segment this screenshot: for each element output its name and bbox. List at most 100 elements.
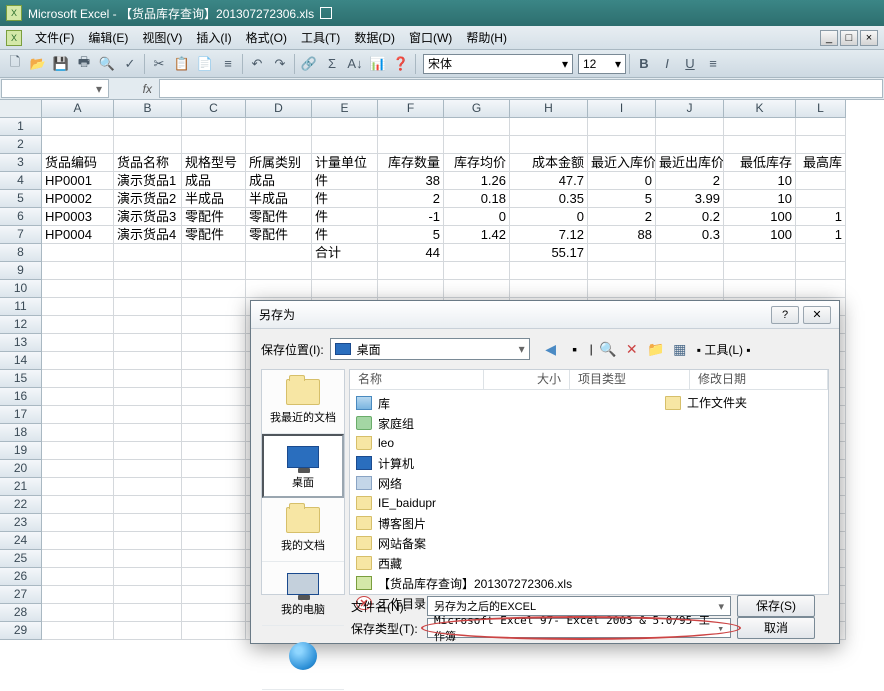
cell[interactable]: HP0002 bbox=[42, 190, 114, 208]
row-head-3[interactable]: 3 bbox=[0, 154, 42, 172]
cell[interactable] bbox=[182, 496, 246, 514]
cell[interactable] bbox=[114, 262, 182, 280]
cell[interactable] bbox=[42, 352, 114, 370]
cell[interactable] bbox=[182, 568, 246, 586]
preview-icon[interactable]: 🔍 bbox=[96, 53, 118, 75]
cell[interactable] bbox=[724, 136, 796, 154]
file-item[interactable]: 计算机 bbox=[356, 454, 822, 472]
views-icon[interactable]: ▦ bbox=[671, 340, 689, 358]
filetype-select[interactable]: Microsoft Excel 97- Excel 2003 & 5.0/95 … bbox=[427, 618, 731, 638]
cell[interactable]: 计量单位 bbox=[312, 154, 378, 172]
up-icon[interactable]: ▪ bbox=[566, 340, 584, 358]
cell[interactable] bbox=[42, 280, 114, 298]
file-item[interactable]: leo bbox=[356, 434, 822, 452]
col-head-B[interactable]: B bbox=[114, 100, 182, 118]
cell[interactable]: 件 bbox=[312, 190, 378, 208]
row-head-1[interactable]: 1 bbox=[0, 118, 42, 136]
cell[interactable]: 成品 bbox=[246, 172, 312, 190]
cell[interactable] bbox=[796, 136, 846, 154]
cell[interactable] bbox=[182, 262, 246, 280]
save-location-combo[interactable]: 桌面 ▾ bbox=[330, 338, 530, 360]
sort-icon[interactable]: A↓ bbox=[344, 53, 366, 75]
cell[interactable] bbox=[114, 316, 182, 334]
cell[interactable] bbox=[588, 118, 656, 136]
col-head-E[interactable]: E bbox=[312, 100, 378, 118]
cell[interactable] bbox=[42, 550, 114, 568]
cell[interactable] bbox=[114, 532, 182, 550]
cell[interactable] bbox=[724, 262, 796, 280]
dialog-help-button[interactable]: ? bbox=[771, 306, 799, 324]
cell[interactable]: 库存均价 bbox=[444, 154, 510, 172]
cut-icon[interactable]: ✂ bbox=[148, 53, 170, 75]
size-select[interactable]: 12▾ bbox=[578, 54, 626, 74]
place-我的电脑[interactable]: 我的电脑 bbox=[262, 562, 344, 626]
back-icon[interactable]: ◀ bbox=[542, 340, 560, 358]
cell[interactable] bbox=[114, 568, 182, 586]
place-我最近的文档[interactable]: 我最近的文档 bbox=[262, 370, 344, 434]
save-button[interactable]: 保存(S) bbox=[737, 595, 815, 617]
cell[interactable] bbox=[42, 604, 114, 622]
cell[interactable]: 最近入库价 bbox=[588, 154, 656, 172]
place-network[interactable] bbox=[262, 626, 344, 690]
cell[interactable] bbox=[656, 262, 724, 280]
row-head-22[interactable]: 22 bbox=[0, 496, 42, 514]
row-head-24[interactable]: 24 bbox=[0, 532, 42, 550]
col-date[interactable]: 修改日期 bbox=[690, 370, 828, 389]
cancel-button[interactable]: 取消 bbox=[737, 617, 815, 639]
bold-button[interactable]: B bbox=[633, 53, 655, 75]
cell[interactable]: 5 bbox=[378, 226, 444, 244]
menu-help[interactable]: 帮助(H) bbox=[459, 29, 514, 46]
cell[interactable] bbox=[378, 136, 444, 154]
row-head-23[interactable]: 23 bbox=[0, 514, 42, 532]
cell[interactable]: 2 bbox=[588, 208, 656, 226]
cell[interactable] bbox=[182, 244, 246, 262]
copy-icon[interactable]: 📋 bbox=[171, 53, 193, 75]
cell[interactable] bbox=[42, 370, 114, 388]
cell[interactable]: 件 bbox=[312, 208, 378, 226]
cell[interactable]: 最低库存 bbox=[724, 154, 796, 172]
cell[interactable] bbox=[42, 424, 114, 442]
cell[interactable] bbox=[656, 244, 724, 262]
cell[interactable] bbox=[246, 244, 312, 262]
cell[interactable] bbox=[42, 442, 114, 460]
cell[interactable] bbox=[42, 136, 114, 154]
cell[interactable] bbox=[312, 136, 378, 154]
cell[interactable]: 5 bbox=[588, 190, 656, 208]
cell[interactable]: 合计 bbox=[312, 244, 378, 262]
cell[interactable] bbox=[182, 586, 246, 604]
cell[interactable]: 0.3 bbox=[656, 226, 724, 244]
doc-control-icon[interactable]: X bbox=[6, 30, 22, 46]
spell-icon[interactable]: ✓ bbox=[119, 53, 141, 75]
dropdown-icon[interactable]: ▾ bbox=[92, 82, 106, 96]
cell[interactable]: -1 bbox=[378, 208, 444, 226]
doc-restore-button[interactable]: □ bbox=[840, 30, 858, 46]
row-head-28[interactable]: 28 bbox=[0, 604, 42, 622]
doc-minimize-button[interactable]: _ bbox=[820, 30, 838, 46]
file-item[interactable]: 西藏 bbox=[356, 554, 822, 572]
cell[interactable]: 1.42 bbox=[444, 226, 510, 244]
cell[interactable] bbox=[378, 262, 444, 280]
cell[interactable] bbox=[114, 388, 182, 406]
cell[interactable]: 100 bbox=[724, 208, 796, 226]
cell[interactable] bbox=[114, 118, 182, 136]
cell[interactable]: 10 bbox=[724, 190, 796, 208]
cell[interactable] bbox=[510, 280, 588, 298]
cell[interactable] bbox=[114, 280, 182, 298]
cell[interactable] bbox=[42, 460, 114, 478]
cell[interactable] bbox=[312, 280, 378, 298]
cell[interactable]: 0 bbox=[588, 172, 656, 190]
cell[interactable] bbox=[42, 586, 114, 604]
cell[interactable] bbox=[182, 622, 246, 640]
col-name[interactable]: 名称 bbox=[350, 370, 484, 389]
cell[interactable]: 货品编码 bbox=[42, 154, 114, 172]
row-head-5[interactable]: 5 bbox=[0, 190, 42, 208]
cell[interactable] bbox=[42, 298, 114, 316]
cell[interactable] bbox=[42, 244, 114, 262]
cell[interactable]: 所属类别 bbox=[246, 154, 312, 172]
cell[interactable] bbox=[510, 136, 588, 154]
row-head-14[interactable]: 14 bbox=[0, 352, 42, 370]
menu-file[interactable]: 文件(F) bbox=[28, 29, 81, 46]
dropdown-icon[interactable]: ▾ bbox=[717, 622, 724, 635]
menu-window[interactable]: 窗口(W) bbox=[402, 29, 459, 46]
cell[interactable] bbox=[114, 442, 182, 460]
